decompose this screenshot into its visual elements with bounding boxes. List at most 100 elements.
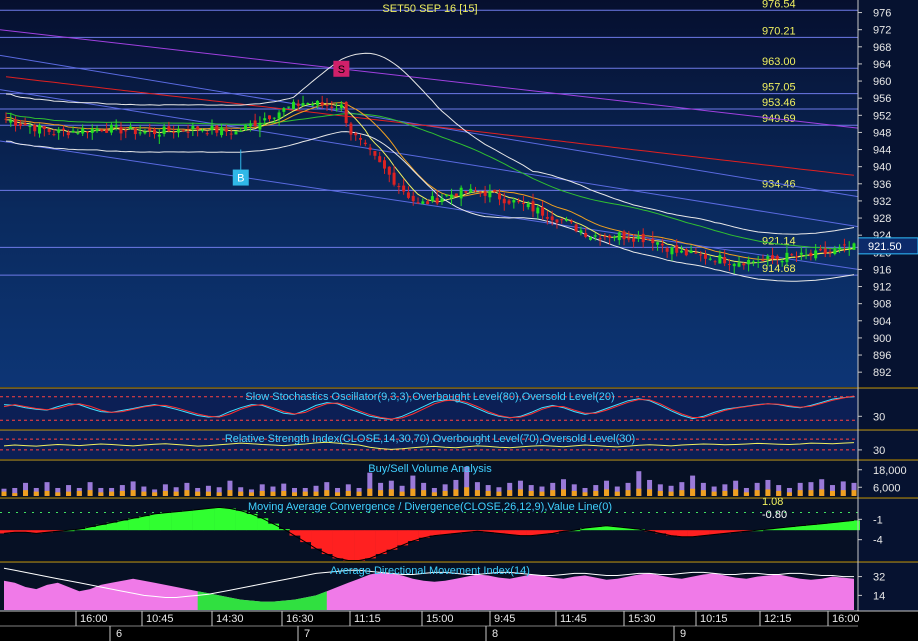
price-level-label: 953.46 [762, 97, 796, 109]
volume-bar-sell [378, 490, 384, 496]
macd-bar [332, 530, 344, 559]
macd-bar [181, 510, 193, 531]
volume-bar-sell [840, 490, 846, 496]
candle [670, 247, 674, 255]
indicator-title: Relative Strength Index(CLOSE,14,30,70),… [225, 433, 635, 445]
candle [852, 243, 856, 250]
candle [622, 231, 626, 240]
volume-bar-sell [819, 489, 825, 496]
volume-bar-sell [227, 490, 233, 496]
macd-bar [676, 530, 688, 537]
candle [392, 172, 396, 185]
candle [440, 198, 444, 202]
volume-bar-sell [593, 490, 599, 496]
candle [28, 125, 32, 127]
candle [105, 129, 109, 133]
y-tick-label: 972 [873, 25, 891, 37]
volume-bar-sell [388, 489, 394, 496]
candle [402, 185, 406, 192]
price-level-label: 957.05 [762, 82, 796, 94]
candle [382, 160, 386, 169]
candle [66, 132, 70, 136]
y-tick-label: 892 [873, 367, 891, 379]
volume-bar-sell [722, 490, 728, 496]
candle [502, 198, 506, 204]
candle [315, 100, 319, 106]
candle [368, 147, 372, 150]
volume-bar-sell [33, 491, 39, 496]
macd-bar [149, 513, 161, 531]
candle [459, 187, 463, 199]
candle [660, 243, 664, 246]
candle [244, 125, 248, 131]
candle [608, 235, 612, 238]
volume-bar-sell [367, 488, 373, 496]
price-level-label: 970.21 [762, 25, 796, 37]
candle [373, 151, 377, 156]
y-tick-label: 908 [873, 299, 891, 311]
y-tick-label: 940 [873, 162, 891, 174]
candle [680, 250, 684, 253]
volume-bar-sell [356, 491, 362, 496]
candle [143, 131, 147, 134]
y-tick-label: 904 [873, 316, 891, 328]
y-tick-label: 956 [873, 93, 891, 105]
candle [320, 102, 324, 106]
candle [756, 262, 760, 264]
y-tick-label: 6,000 [873, 482, 901, 494]
candle [196, 126, 200, 130]
candle [200, 130, 204, 132]
volume-bar-sell [604, 489, 610, 496]
candle [560, 219, 564, 221]
y-tick-label: 944 [873, 145, 891, 157]
signal-label: S [338, 64, 345, 76]
y-tick-label: 30 [873, 445, 885, 457]
x-tick-label: 11:45 [560, 613, 587, 625]
volume-bar-sell [324, 490, 330, 496]
candle [220, 127, 224, 136]
candle [349, 123, 353, 135]
candle [114, 125, 118, 127]
x-tick-label: 14:30 [216, 613, 244, 625]
volume-bar-sell [281, 490, 287, 496]
candle [167, 126, 171, 132]
candle [268, 115, 272, 120]
candle [4, 118, 8, 120]
volume-bar-sell [636, 488, 642, 496]
candle [287, 106, 291, 108]
candle [176, 129, 180, 133]
volume-bar-sell [259, 490, 265, 496]
x-tick-label: 16:00 [80, 613, 108, 625]
chart-title: SET50 SEP 16 [15] [382, 3, 477, 15]
day-label: 9 [680, 628, 686, 640]
y-tick-label: 968 [873, 42, 891, 54]
macd-bar [289, 530, 301, 536]
candle [536, 207, 540, 214]
volume-bar-sell [66, 491, 72, 496]
macd-bar [397, 530, 409, 546]
candle [771, 255, 775, 259]
volume-bar-sell [345, 490, 351, 496]
candle [646, 238, 650, 240]
volume-bar-sell [657, 490, 663, 496]
candle [636, 236, 640, 239]
volume-bar-sell [571, 490, 577, 496]
macd-bar [138, 516, 150, 531]
candle [430, 196, 434, 201]
candle [153, 129, 157, 135]
candle [339, 104, 343, 108]
candle [181, 130, 185, 132]
candle [612, 237, 616, 239]
candle [47, 128, 51, 132]
volume-bar-sell [668, 491, 674, 496]
volume-bar-sell [44, 490, 50, 496]
macd-bar [235, 510, 247, 531]
macd-bar [687, 530, 699, 537]
volume-bar-sell [625, 490, 631, 496]
macd-bar [160, 512, 172, 531]
macd-bar [321, 530, 333, 555]
volume-bar-sell [786, 492, 792, 496]
candle [804, 254, 808, 256]
macd-bar [838, 521, 850, 531]
y-tick-label: 896 [873, 350, 891, 362]
